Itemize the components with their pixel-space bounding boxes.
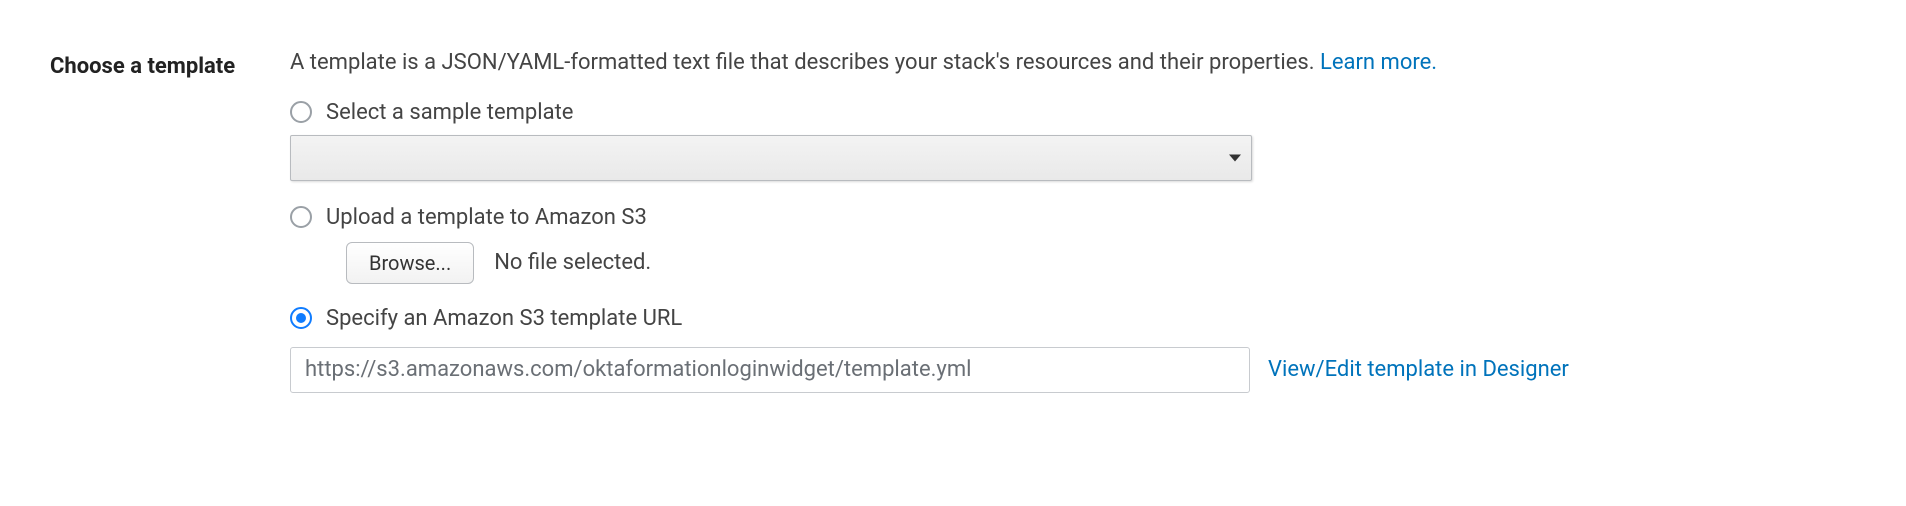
learn-more-link[interactable]: Learn more.: [1320, 50, 1437, 75]
chevron-down-icon: [1229, 154, 1241, 161]
sample-template-dropdown[interactable]: [290, 135, 1252, 181]
radio-select-sample-template[interactable]: [290, 101, 312, 123]
section-description-text: A template is a JSON/YAML-formatted text…: [290, 50, 1320, 75]
radio-label-specify-s3-url[interactable]: Specify an Amazon S3 template URL: [326, 306, 682, 331]
file-status-text: No file selected.: [494, 250, 651, 275]
section-heading: Choose a template: [50, 54, 290, 79]
radio-specify-s3-url[interactable]: [290, 307, 312, 329]
radio-upload-template[interactable]: [290, 206, 312, 228]
browse-button[interactable]: Browse...: [346, 242, 474, 284]
s3-template-url-input[interactable]: [290, 347, 1250, 393]
radio-label-select-sample-template[interactable]: Select a sample template: [326, 100, 573, 125]
view-edit-designer-link[interactable]: View/Edit template in Designer: [1268, 357, 1569, 382]
section-description: A template is a JSON/YAML-formatted text…: [290, 48, 1856, 78]
radio-label-upload-template[interactable]: Upload a template to Amazon S3: [326, 205, 647, 230]
